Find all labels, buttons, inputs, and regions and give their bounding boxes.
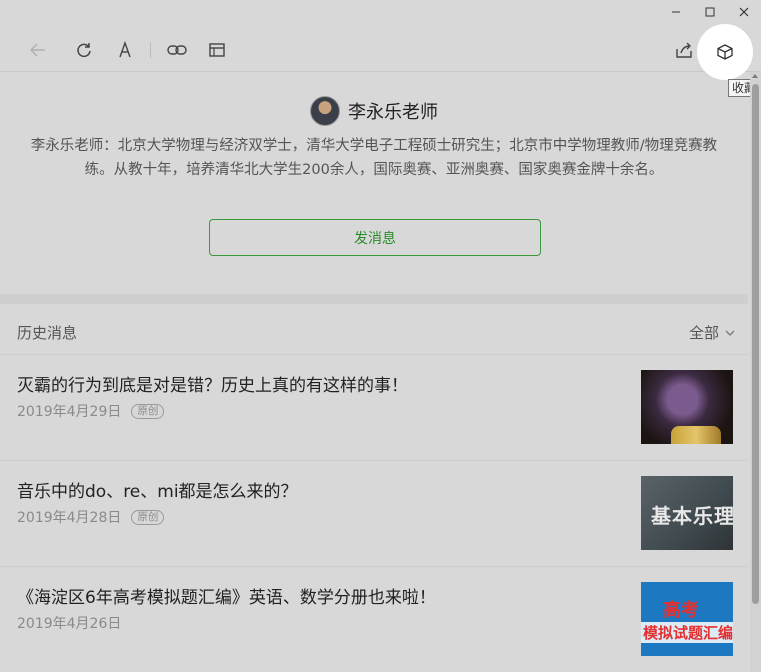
font-size-icon [119, 40, 131, 58]
open-in-browser-button[interactable] [205, 38, 229, 62]
maximize-button[interactable] [693, 0, 727, 24]
copy-link-button[interactable] [165, 38, 189, 62]
filter-dropdown[interactable]: 全部 [689, 322, 735, 343]
window-controls [659, 0, 761, 24]
minimize-button[interactable] [659, 0, 693, 24]
account-name: 李永乐老师 [348, 102, 438, 123]
history-title: 历史消息 [17, 324, 78, 342]
article-date: 2019年4月29日 [17, 404, 122, 420]
chevron-down-icon [725, 330, 735, 336]
article-thumbnail[interactable]: 高考 模拟试题汇编 [641, 582, 733, 656]
refresh-button[interactable] [72, 38, 96, 62]
filter-label: 全部 [688, 324, 719, 342]
favorite-cube-icon [717, 44, 733, 60]
thumbnail-text: 高考 [663, 600, 699, 621]
account-profile: 李永乐老师 李永乐老师：北京大学物理与经济双学士，清华大学电子工程硕士研究生；北… [0, 72, 748, 294]
article-date: 2019年4月26日 [17, 616, 122, 632]
original-badge: 原创 [131, 509, 165, 525]
share-icon [676, 42, 692, 58]
send-message-button[interactable]: 发消息 [209, 219, 541, 256]
article-thumbnail[interactable] [641, 370, 733, 444]
article-title[interactable]: 《海淀区6年高考模拟题汇编》英语、数学分册也来啦！ [17, 583, 436, 608]
link-icon [167, 45, 187, 55]
original-badge: 原创 [131, 403, 165, 419]
article-title[interactable]: 灭霸的行为到底是对是错？历史上真的有这样的事！ [17, 371, 408, 396]
article-meta: 2019年4月26日 [17, 613, 121, 633]
section-divider [0, 294, 748, 304]
article-item[interactable]: 音乐中的do、re、mi都是怎么来的？ 2019年4月28日 原创 基本乐理 [0, 460, 748, 566]
article-thumbnail[interactable]: 基本乐理 [641, 476, 733, 550]
article-date: 2019年4月28日 [17, 510, 122, 526]
back-button[interactable] [26, 38, 50, 62]
minimize-icon [672, 11, 680, 13]
toolbar [0, 28, 761, 72]
history-header: 历史消息 全部 [17, 318, 735, 346]
share-button[interactable] [672, 38, 696, 62]
scrollbar[interactable] [750, 72, 761, 672]
back-arrow-icon [29, 43, 45, 57]
article-title[interactable]: 音乐中的do、re、mi都是怎么来的？ [17, 477, 298, 502]
scroll-up-arrow-icon[interactable] [752, 74, 758, 78]
avatar[interactable] [310, 96, 340, 126]
account-bio: 李永乐老师：北京大学物理与经济双学士，清华大学电子工程硕士研究生；北京市中学物理… [30, 138, 718, 178]
article-meta: 2019年4月28日 原创 [17, 507, 165, 527]
thumbnail-subtext: 模拟试题汇编 [641, 622, 733, 643]
font-size-button[interactable] [113, 38, 137, 62]
article-item[interactable]: 《海淀区6年高考模拟题汇编》英语、数学分册也来啦！ 2019年4月26日 高考 … [0, 566, 748, 672]
scrollbar-thumb[interactable] [752, 84, 759, 604]
open-in-browser-icon [209, 43, 225, 57]
maximize-icon [705, 7, 715, 17]
account-header: 李永乐老师 [0, 96, 748, 126]
thumbnail-text: 基本乐理 [651, 504, 733, 528]
article-meta: 2019年4月29日 原创 [17, 401, 165, 421]
refresh-icon [77, 43, 91, 58]
article-item[interactable]: 灭霸的行为到底是对是错？历史上真的有这样的事！ 2019年4月29日 原创 [0, 354, 748, 460]
close-icon [739, 7, 749, 17]
toolbar-separator [150, 42, 151, 58]
close-button[interactable] [727, 0, 761, 24]
